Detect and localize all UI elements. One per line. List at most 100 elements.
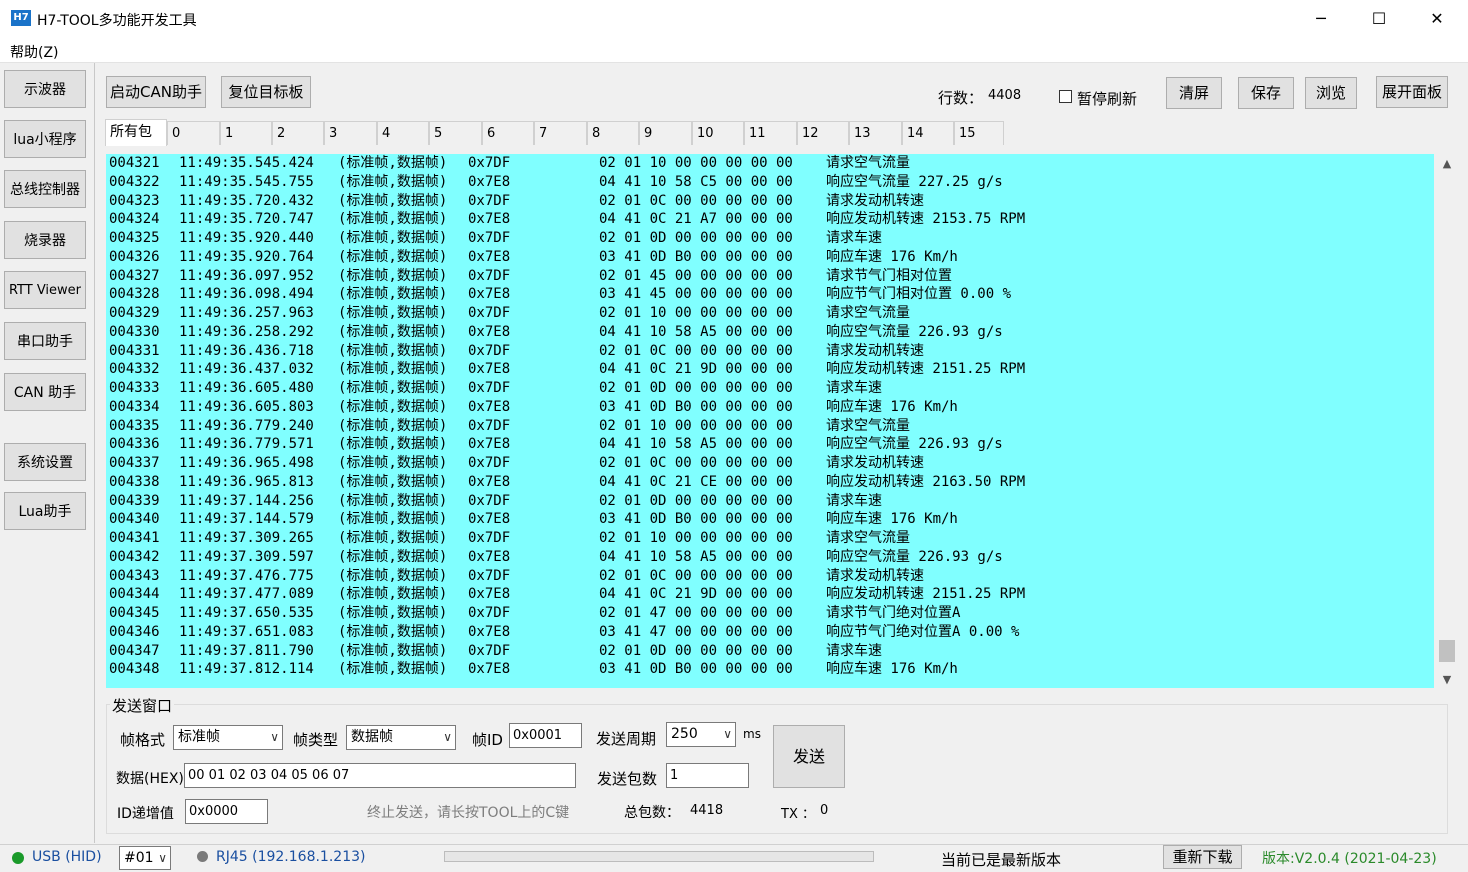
minimize-button[interactable]: ─ [1292, 0, 1350, 38]
log-cell-type: (标准帧,数据帧) [338, 455, 448, 471]
send-button[interactable]: 发送 [773, 725, 845, 788]
log-cell-data: 04 41 10 58 A5 00 00 00 [599, 436, 793, 453]
tab-15[interactable]: 15 [954, 121, 1004, 145]
tab-5[interactable]: 5 [429, 121, 482, 145]
sidebar-item-lua-assistant[interactable]: Lua助手 [4, 492, 86, 530]
log-cell-time: 11:49:37.309.597 [179, 548, 314, 565]
log-cell-time: 11:49:37.477.089 [179, 586, 314, 603]
sidebar-item-rtt-viewer[interactable]: RTT Viewer [4, 271, 86, 309]
sidebar-item-programmer[interactable]: 烧录器 [4, 221, 86, 259]
sidebar-item-system-settings[interactable]: 系统设置 [4, 443, 86, 481]
reset-target-button[interactable]: 复位目标板 [221, 76, 311, 108]
log-cell-time: 11:49:35.545.424 [179, 155, 314, 171]
send-count-input[interactable]: 1 [666, 763, 749, 788]
frame-id-input[interactable]: 0x0001 [509, 723, 582, 748]
log-cell-desc: 响应发动机转速 2163.50 RPM [826, 473, 1026, 490]
data-hex-input[interactable]: 00 01 02 03 04 05 06 07 [184, 763, 576, 788]
rj45-status-text: RJ45 (192.168.1.213) [216, 849, 366, 865]
chevron-down-icon: ∨ [158, 851, 167, 865]
tab-9[interactable]: 9 [639, 121, 692, 145]
rj45-status-icon [197, 851, 208, 862]
menu-help[interactable]: 帮助(Z) [10, 42, 59, 62]
sidebar-item-serial-assistant[interactable]: 串口助手 [4, 322, 86, 360]
log-cell-type: (标准帧,数据帧) [338, 230, 448, 246]
log-cell-desc: 响应发动机转速 2153.75 RPM [826, 211, 1026, 228]
log-cell-seq: 004333 [109, 380, 160, 396]
tab-10[interactable]: 10 [692, 121, 744, 145]
redownload-button[interactable]: 重新下载 [1163, 845, 1242, 869]
sidebar-item-bus-controller[interactable]: 总线控制器 [4, 170, 86, 208]
window-title: H7-TOOL多功能开发工具 [37, 13, 197, 29]
send-period-value: 250 [671, 726, 698, 742]
log-cell-seq: 004345 [109, 605, 160, 621]
log-cell-desc: 响应发动机转速 2151.25 RPM [826, 586, 1026, 603]
log-cell-type: (标准帧,数据帧) [338, 155, 448, 171]
tab-2[interactable]: 2 [272, 121, 324, 145]
log-cell-data: 04 41 0C 21 A7 00 00 00 [599, 211, 793, 228]
tab-1[interactable]: 1 [220, 121, 272, 145]
tab-12[interactable]: 12 [797, 121, 849, 145]
log-cell-time: 11:49:37.144.256 [179, 492, 314, 509]
send-period-select[interactable]: 250 ∨ [666, 722, 736, 747]
log-cell-data: 03 41 0D B0 00 00 00 00 [599, 248, 793, 265]
id-increment-input[interactable]: 0x0000 [185, 799, 268, 824]
pause-refresh-checkbox[interactable] [1059, 90, 1072, 103]
chevron-down-icon: ∨ [270, 730, 279, 744]
frame-type-label: 帧类型 [293, 731, 339, 749]
log-cell-desc: 响应空气流量 226.93 g/s [826, 323, 1003, 340]
tab-3[interactable]: 3 [324, 121, 377, 145]
browse-button[interactable]: 浏览 [1305, 77, 1357, 109]
tab-0[interactable]: 0 [167, 121, 220, 145]
scroll-down-icon[interactable]: ▼ [1436, 670, 1458, 690]
log-cell-time: 11:49:36.965.813 [179, 473, 314, 490]
tab-all[interactable]: 所有包 [105, 119, 167, 146]
tab-4[interactable]: 4 [377, 121, 429, 145]
log-cell-desc: 请求发动机转速 [826, 342, 924, 359]
close-button[interactable]: ✕ [1408, 0, 1466, 38]
log-cell-seq: 004344 [109, 586, 160, 603]
log-cell-data: 02 01 0C 00 00 00 00 00 [599, 567, 793, 584]
sidebar-item-oscilloscope[interactable]: 示波器 [4, 70, 86, 108]
sidebar-item-can-assistant[interactable]: CAN 助手 [4, 373, 86, 411]
frame-format-select[interactable]: 标准帧 ∨ [173, 725, 283, 750]
menu-bar: 帮助(Z) [0, 38, 1468, 63]
log-scrollbar[interactable]: ▲ ▼ [1436, 154, 1458, 690]
frame-type-select[interactable]: 数据帧 ∨ [346, 725, 456, 750]
scroll-up-icon[interactable]: ▲ [1436, 154, 1458, 174]
tab-13[interactable]: 13 [849, 121, 902, 145]
log-cell-data: 02 01 45 00 00 00 00 00 [599, 267, 793, 284]
log-cell-seq: 004346 [109, 623, 160, 640]
tab-8[interactable]: 8 [587, 121, 639, 145]
tab-11[interactable]: 11 [744, 121, 797, 145]
save-button[interactable]: 保存 [1238, 77, 1294, 109]
log-cell-desc: 请求发动机转速 [826, 192, 924, 209]
tab-6[interactable]: 6 [482, 121, 534, 145]
tab-7[interactable]: 7 [534, 121, 587, 145]
log-cell-seq: 004334 [109, 398, 160, 415]
start-can-button[interactable]: 启动CAN助手 [106, 76, 206, 108]
clear-button[interactable]: 清屏 [1166, 77, 1222, 109]
log-cell-data: 03 41 45 00 00 00 00 00 [599, 286, 793, 303]
log-cell-id: 0x7DF [468, 155, 511, 171]
device-select[interactable]: #01 ∨ [119, 846, 171, 870]
expand-panel-button[interactable]: 展开面板 [1376, 76, 1448, 108]
log-cell-id: 0x7E8 [468, 248, 511, 265]
maximize-button[interactable]: ☐ [1350, 0, 1408, 38]
log-cell-id: 0x7E8 [468, 511, 511, 528]
tab-14[interactable]: 14 [902, 121, 954, 145]
frame-type-value: 数据帧 [351, 729, 393, 745]
log-cell-time: 11:49:37.144.579 [179, 511, 314, 528]
pause-refresh-label: 暂停刷新 [1077, 90, 1138, 108]
log-cell-time: 11:49:37.309.265 [179, 530, 314, 546]
frame-format-value: 标准帧 [178, 729, 220, 745]
log-cell-desc: 请求空气流量 [826, 305, 910, 321]
scroll-thumb[interactable] [1439, 640, 1455, 662]
log-cell-seq: 004321 [109, 155, 160, 171]
sidebar-item-lua-program[interactable]: lua小程序 [4, 120, 86, 158]
can-log-view[interactable]: 004321 11:49:35.545.424 (标准帧,数据帧) 0x7DF 02 0… [106, 154, 1434, 688]
log-cell-desc: 响应空气流量 226.93 g/s [826, 436, 1003, 453]
device-value: #01 [124, 850, 154, 866]
log-cell-data: 02 01 0C 00 00 00 00 00 [599, 192, 793, 209]
log-cell-id: 0x7DF [468, 230, 511, 246]
id-increment-label: ID递增值 [117, 806, 174, 822]
